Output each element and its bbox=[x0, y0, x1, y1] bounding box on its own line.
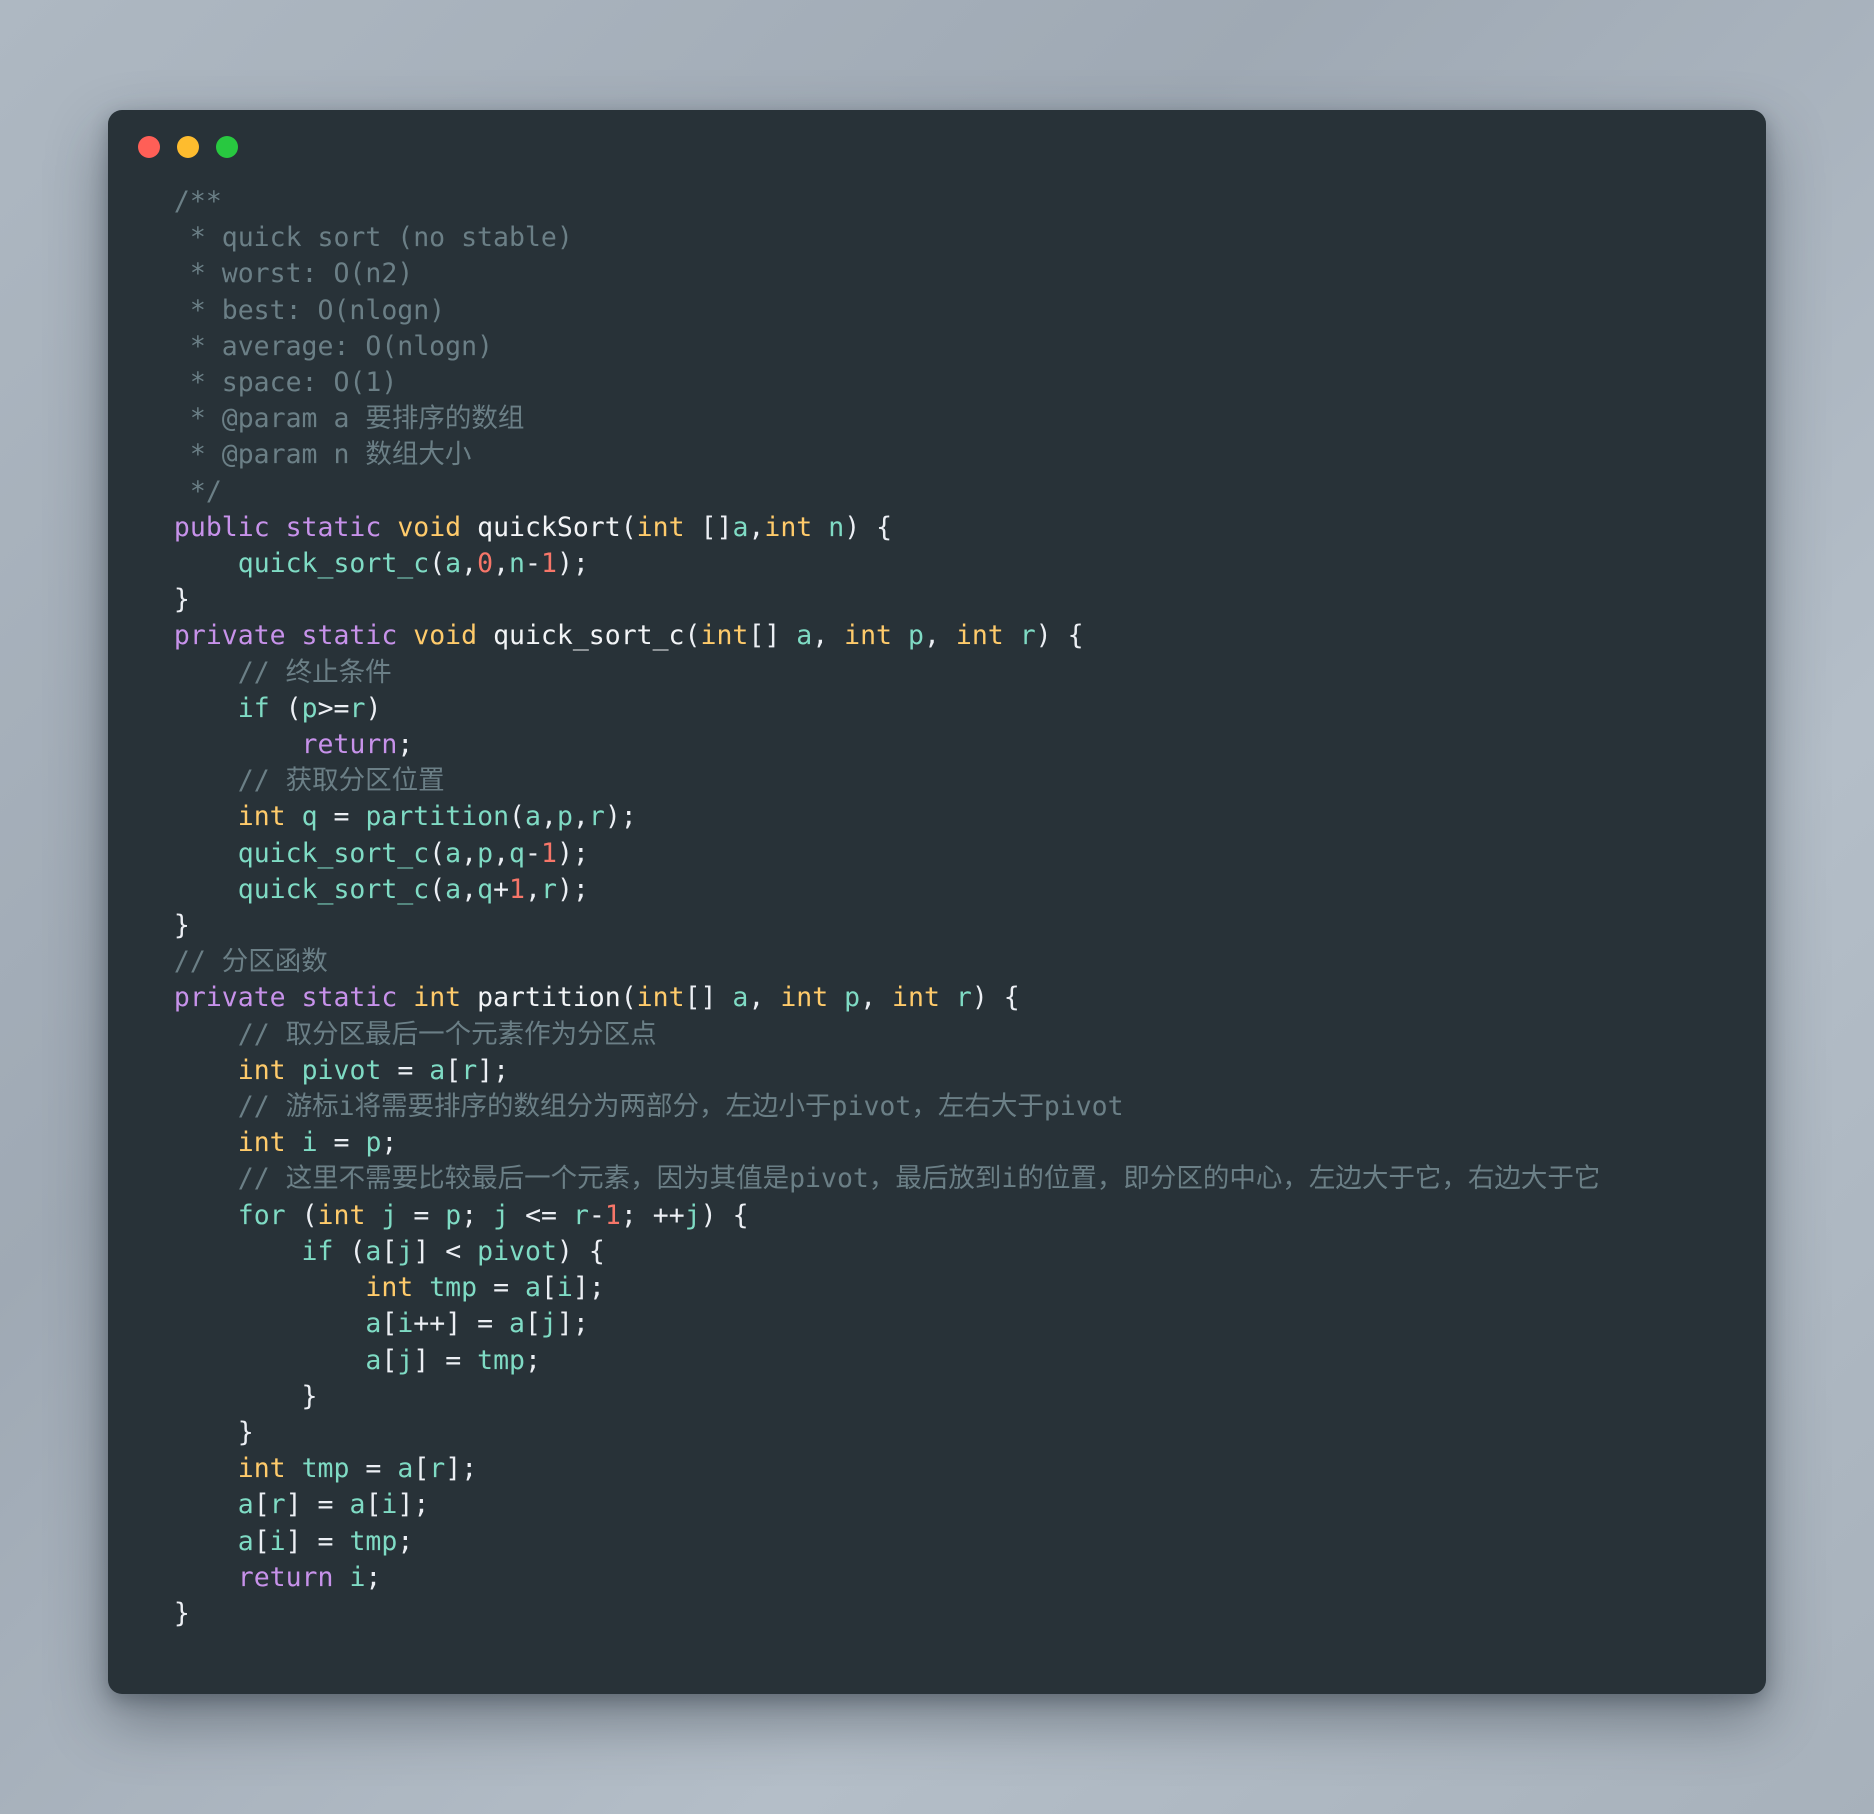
traffic-light-controls bbox=[138, 136, 238, 158]
code-editor-area[interactable]: /** * quick sort (no stable) * worst: O(… bbox=[108, 184, 1766, 1694]
maximize-button-icon[interactable] bbox=[216, 136, 238, 158]
code-snippet-window: /** * quick sort (no stable) * worst: O(… bbox=[108, 110, 1766, 1695]
window-titlebar[interactable] bbox=[108, 110, 1766, 184]
desktop-background: /** * quick sort (no stable) * worst: O(… bbox=[0, 0, 1874, 1814]
close-button-icon[interactable] bbox=[138, 136, 160, 158]
minimize-button-icon[interactable] bbox=[177, 136, 199, 158]
source-code-block[interactable]: /** * quick sort (no stable) * worst: O(… bbox=[142, 184, 1732, 1632]
